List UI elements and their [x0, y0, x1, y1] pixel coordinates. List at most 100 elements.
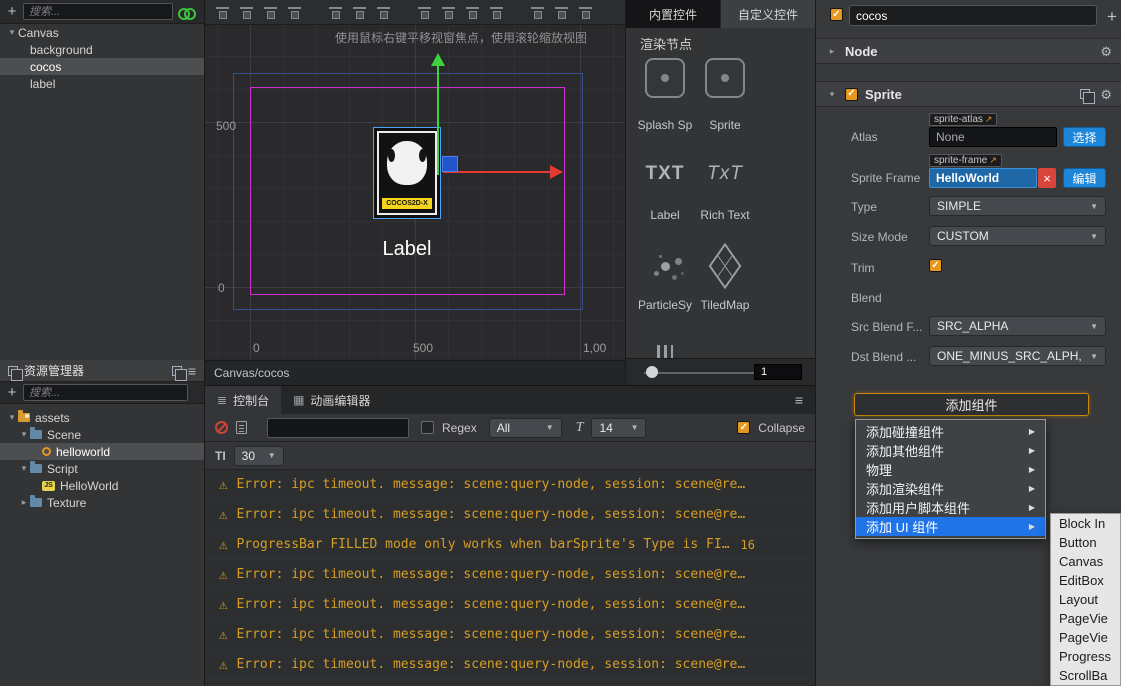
log-row[interactable]: ⚠Error: ipc timeout. message: scene:quer… [205, 650, 815, 680]
menu-item-ui-component[interactable]: 添加 UI 组件▶ [856, 517, 1045, 536]
gizmo-x-axis[interactable] [443, 171, 551, 173]
menu-item-physics[interactable]: 物理▶ [856, 460, 1045, 479]
chevron-down-icon[interactable]: ▾ [6, 412, 18, 423]
widget-sprite[interactable] [696, 56, 754, 100]
distribute-top-icon[interactable] [417, 6, 432, 19]
chevron-down-icon[interactable]: ▾ [6, 27, 18, 38]
gizmo-xy-handle[interactable] [442, 156, 458, 172]
dst-blend-dropdown[interactable]: ONE_MINUS_SRC_ALPH,▼ [929, 346, 1106, 366]
gear-icon[interactable]: ⚙ [1100, 45, 1112, 58]
menu-item-collider[interactable]: 添加碰撞组件▶ [856, 422, 1045, 441]
submenu-item-editbox[interactable]: EditBox [1051, 571, 1120, 590]
align-vcenter-icon[interactable] [239, 6, 254, 19]
add-component-button[interactable]: 添加组件 [854, 393, 1089, 416]
console-menu-icon[interactable]: ≡ [795, 393, 815, 407]
add-node-lock-button[interactable]: + [1106, 8, 1118, 25]
add-asset-button[interactable]: + [6, 385, 18, 400]
distribute-horizontal-icon[interactable] [376, 6, 391, 19]
widget-splash[interactable] [636, 56, 694, 100]
gizmo-y-axis[interactable] [437, 65, 439, 175]
log-row[interactable]: ⚠ProgressBar FILLED mode only works when… [205, 530, 815, 560]
asset-row-helloworld-scene[interactable]: helloworld [0, 443, 204, 460]
gizmo-x-arrowhead-icon[interactable] [550, 165, 563, 179]
frame-edit-button[interactable]: 编辑 [1063, 168, 1106, 188]
asset-row-scene-folder[interactable]: ▾ Scene [0, 426, 204, 443]
link-sync-icon[interactable] [178, 7, 194, 17]
clear-console-icon[interactable] [215, 421, 228, 434]
chevron-right-icon[interactable]: ▸ [18, 497, 30, 508]
submenu-item-canvas[interactable]: Canvas [1051, 552, 1120, 571]
submenu-item-progressbar[interactable]: Progress [1051, 647, 1120, 666]
regex-checkbox[interactable] [421, 421, 434, 434]
tab-builtin-widgets[interactable]: 内置控件 [626, 0, 720, 28]
asset-row-texture-folder[interactable]: ▸ Texture [0, 494, 204, 511]
submenu-item-block-input[interactable]: Block In [1051, 514, 1120, 533]
hierarchy-search-input[interactable] [23, 3, 173, 20]
cocos-sprite-node[interactable]: COCOS2D-X [373, 127, 441, 219]
chevron-down-icon[interactable]: ▾ [18, 429, 30, 440]
menu-item-renderer[interactable]: 添加渲染组件▶ [856, 479, 1045, 498]
node-active-checkbox[interactable] [830, 8, 843, 21]
submenu-item-scrollbar[interactable]: ScrollBa [1051, 666, 1120, 685]
zoom-slider-track[interactable] [644, 372, 756, 374]
chevron-down-icon[interactable]: ▾ [18, 463, 30, 474]
submenu-item-button[interactable]: Button [1051, 533, 1120, 552]
log-row[interactable]: ⚠Error: ipc timeout. message: scene:quer… [205, 470, 815, 500]
asset-row-helloworld-script[interactable]: JS HelloWorld [0, 477, 204, 494]
log-row[interactable]: ⚠Error: ipc timeout. message: scene:quer… [205, 560, 815, 590]
sprite-enabled-checkbox[interactable] [845, 88, 858, 101]
tab-animation-editor[interactable]: ▦ 动画编辑器 [281, 386, 382, 414]
align-top-icon[interactable] [215, 6, 230, 19]
tree-node-background[interactable]: background [0, 41, 204, 58]
tree-node-label[interactable]: label [0, 75, 204, 92]
distribute-vcenter-icon[interactable] [441, 6, 456, 19]
zoom-slider-handle[interactable] [646, 366, 658, 378]
node-name-input[interactable] [849, 5, 1097, 26]
tree-node-canvas[interactable]: ▾ Canvas [0, 24, 204, 41]
tab-custom-widgets[interactable]: 自定义控件 [720, 0, 815, 28]
atlas-select-button[interactable]: 选择 [1063, 127, 1106, 147]
collapse-checkbox[interactable] [737, 421, 750, 434]
align-bottom-icon[interactable] [263, 6, 278, 19]
align-left-icon[interactable] [287, 6, 302, 19]
distribute-gap-icon[interactable] [578, 6, 593, 19]
panel-menu-icon[interactable]: ≡ [188, 364, 196, 378]
open-log-file-icon[interactable] [236, 421, 247, 434]
distribute-right-icon[interactable] [554, 6, 569, 19]
tab-console[interactable]: ≣ 控制台 [205, 386, 281, 414]
src-blend-dropdown[interactable]: SRC_ALPHA▼ [929, 316, 1106, 336]
font-size-dropdown[interactable]: 14▼ [591, 418, 646, 438]
log-level-dropdown[interactable]: All▼ [489, 418, 562, 438]
log-row[interactable]: ⚠Error: ipc timeout. message: scene:quer… [205, 500, 815, 530]
distribute-hcenter-icon[interactable] [530, 6, 545, 19]
size-mode-dropdown[interactable]: CUSTOM▼ [929, 226, 1106, 246]
scene-canvas[interactable]: 使用鼠标右键平移视窗焦点，使用滚轮缩放视图 COCOS2D-X Label 50… [205, 25, 625, 360]
widget-particlesystem[interactable] [636, 244, 694, 288]
console-filter-input[interactable] [267, 418, 409, 438]
label-node-text[interactable]: Label [347, 238, 467, 261]
atlas-value-field[interactable]: None [929, 127, 1057, 147]
chevron-right-icon[interactable]: ▸ [826, 46, 838, 57]
align-right-icon[interactable] [352, 6, 367, 19]
clear-frame-button[interactable]: × [1038, 168, 1056, 188]
widget-tiledmap[interactable] [696, 244, 754, 288]
log-row[interactable]: ⚠Error: ipc timeout. message: scene:quer… [205, 590, 815, 620]
submenu-item-pageview-indicator[interactable]: PageVie [1051, 628, 1120, 647]
menu-item-others[interactable]: 添加其他组件▶ [856, 441, 1045, 460]
widget-label[interactable]: TXT [636, 152, 694, 196]
add-node-button[interactable]: + [6, 4, 18, 19]
tree-node-cocos[interactable]: cocos [0, 58, 204, 75]
asset-row-assets[interactable]: ▾ assets [0, 409, 204, 426]
line-height-dropdown[interactable]: 30▼ [234, 446, 284, 466]
type-dropdown[interactable]: SIMPLE▼ [929, 196, 1106, 216]
distribute-bottom-icon[interactable] [465, 6, 480, 19]
distribute-left-icon[interactable] [489, 6, 504, 19]
docs-icon[interactable] [1080, 89, 1090, 99]
assets-search-input[interactable] [23, 384, 188, 401]
align-hcenter-icon[interactable] [328, 6, 343, 19]
log-row[interactable]: ⚠Error: ipc timeout. message: scene:quer… [205, 620, 815, 650]
node-section-header[interactable]: ▸ Node ⚙ [816, 38, 1121, 64]
widget-richtext[interactable]: TxT [696, 152, 754, 196]
asset-row-script-folder[interactable]: ▾ Script [0, 460, 204, 477]
sprite-section-header[interactable]: ▾ Sprite ⚙ [816, 81, 1121, 107]
